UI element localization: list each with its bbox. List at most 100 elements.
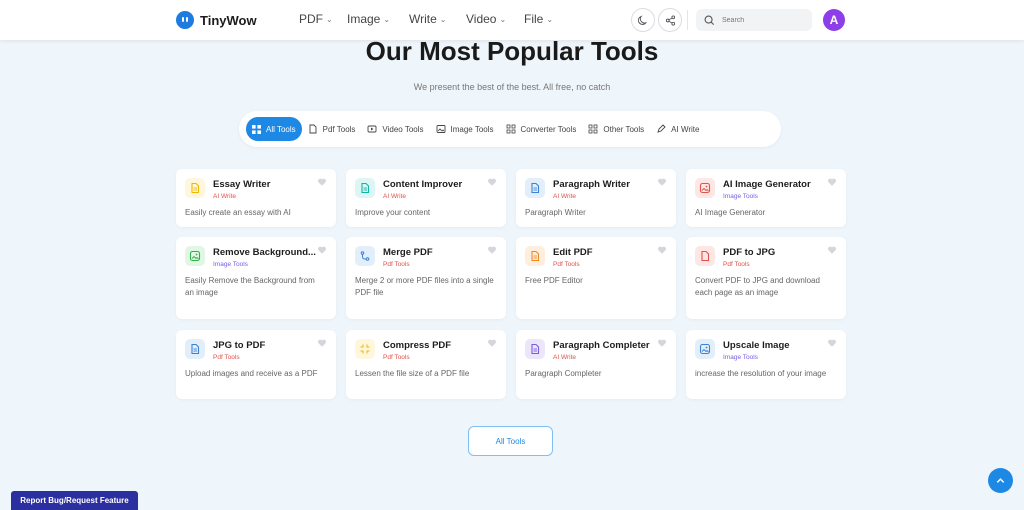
tool-category-tabs: All Tools Pdf Tools Video Tools Image To…	[239, 111, 781, 147]
nav-pdf-label: PDF	[299, 12, 323, 26]
tool-name: AI Image Generator	[723, 179, 811, 190]
heart-icon[interactable]	[317, 177, 327, 187]
heart-icon[interactable]	[487, 177, 497, 187]
tool-description: AI Image Generator	[695, 208, 766, 217]
pdf-file-icon	[309, 124, 317, 134]
tab-all-tools[interactable]: All Tools	[246, 117, 302, 141]
tool-card[interactable]: Edit PDF Pdf Tools Free PDF Editor	[516, 237, 676, 319]
document-icon	[525, 246, 545, 266]
dark-mode-button[interactable]	[631, 8, 655, 32]
tab-pdf-tools[interactable]: Pdf Tools	[302, 117, 362, 141]
tool-name: Content Improver	[383, 179, 463, 190]
tool-card[interactable]: Content Improver AI Write Improve your c…	[346, 169, 506, 227]
tool-name: PDF to JPG	[723, 247, 776, 258]
tool-description: Merge 2 or more PDF files into a single …	[355, 276, 494, 297]
tab-label: Pdf Tools	[322, 124, 356, 134]
tool-name: Paragraph Completer	[553, 340, 650, 351]
chevron-down-icon: ⌄	[546, 14, 554, 24]
document-icon	[525, 178, 545, 198]
tool-description: Paragraph Completer	[525, 369, 602, 378]
tool-card[interactable]: JPG to PDF Pdf Tools Upload images and r…	[176, 330, 336, 399]
image-icon	[436, 125, 445, 133]
nav-pdf[interactable]: PDF ⌄	[299, 12, 333, 26]
apps-grid-icon	[588, 124, 598, 134]
tool-card[interactable]: Upscale Image Image Tools increase the r…	[686, 330, 846, 399]
top-header: TinyWow PDF ⌄ Image ⌄ Write ⌄ Video ⌄ File ⌄ …	[0, 0, 1024, 40]
tool-category: Pdf Tools	[383, 354, 410, 361]
nav-write[interactable]: Write ⌄	[409, 12, 446, 26]
tab-image-tools[interactable]: Image Tools	[430, 117, 500, 141]
chevron-down-icon: ⌄	[499, 14, 507, 24]
converter-grid-icon	[506, 124, 515, 134]
tool-card[interactable]: Remove Background... Image Tools Easily …	[176, 237, 336, 319]
chevron-down-icon: ⌄	[383, 14, 391, 24]
tab-label: Video Tools	[382, 124, 424, 134]
tool-card[interactable]: AI Image Generator Image Tools AI Image …	[686, 169, 846, 227]
tab-label: All Tools	[266, 124, 296, 134]
logo-text: TinyWow	[200, 12, 257, 28]
tool-card[interactable]: PDF to JPG Pdf Tools Convert PDF to JPG …	[686, 237, 846, 319]
pdf-file-icon	[695, 246, 715, 266]
nav-image-label: Image	[347, 12, 381, 26]
tool-category: Image Tools	[213, 261, 248, 268]
logo[interactable]: TinyWow	[176, 11, 257, 29]
heart-icon[interactable]	[827, 245, 837, 255]
all-tools-button[interactable]: All Tools	[468, 426, 553, 456]
search-box[interactable]	[696, 9, 812, 31]
tool-name: JPG to PDF	[213, 340, 266, 351]
tool-card[interactable]: Paragraph Writer AI Write Paragraph Writ…	[516, 169, 676, 227]
pen-icon	[657, 124, 666, 133]
tab-ai-write[interactable]: AI Write	[650, 117, 705, 141]
nav-image[interactable]: Image ⌄	[347, 12, 390, 26]
tool-card[interactable]: Compress PDF Pdf Tools Lessen the file s…	[346, 330, 506, 399]
tool-description: increase the resolution of your image	[695, 369, 827, 378]
report-bug-button[interactable]: Report Bug/Request Feature	[11, 491, 138, 510]
heart-icon[interactable]	[657, 338, 667, 348]
nav-file[interactable]: File ⌄	[524, 12, 553, 26]
tab-label: Other Tools	[603, 124, 645, 134]
tool-name: Edit PDF	[553, 247, 593, 258]
tool-card[interactable]: Paragraph Completer AI Write Paragraph C…	[516, 330, 676, 399]
page-subtitle: We present the best of the best. All fre…	[413, 82, 611, 92]
heart-icon[interactable]	[827, 177, 837, 187]
grid-icon	[252, 124, 261, 134]
search-input[interactable]	[722, 16, 802, 24]
video-icon	[367, 125, 377, 133]
tool-category: Pdf Tools	[383, 261, 410, 268]
tool-card[interactable]: Merge PDF Pdf Tools Merge 2 or more PDF …	[346, 237, 506, 319]
chevron-down-icon: ⌄	[439, 14, 447, 24]
share-button[interactable]	[658, 8, 682, 32]
tab-converter-tools[interactable]: Converter Tools	[500, 117, 583, 141]
tool-description: Free PDF Editor	[525, 276, 583, 285]
tool-category: AI Write	[553, 354, 576, 361]
avatar[interactable]: A	[823, 9, 845, 31]
nav-video[interactable]: Video ⌄	[466, 12, 506, 26]
tool-name: Compress PDF	[383, 340, 452, 351]
document-icon	[185, 178, 205, 198]
heart-icon[interactable]	[487, 245, 497, 255]
tool-description: Upload images and receive as a PDF	[185, 369, 318, 378]
search-icon	[704, 15, 715, 25]
image-icon	[695, 339, 715, 359]
tab-video-tools[interactable]: Video Tools	[361, 117, 429, 141]
heart-icon[interactable]	[487, 338, 497, 348]
heart-icon[interactable]	[827, 338, 837, 348]
tool-card[interactable]: Essay Writer AI Write Easily create an e…	[176, 169, 336, 227]
tool-description: Convert PDF to JPG and download each pag…	[695, 276, 820, 297]
heart-icon[interactable]	[317, 245, 327, 255]
document-icon	[525, 339, 545, 359]
tool-category: Pdf Tools	[553, 261, 580, 268]
nav-write-label: Write	[409, 12, 437, 26]
tool-category: Image Tools	[723, 354, 758, 361]
tool-description: Easily create an essay with AI	[185, 208, 291, 217]
heart-icon[interactable]	[657, 177, 667, 187]
tool-name: Upscale Image	[723, 340, 790, 351]
scroll-to-top-button[interactable]	[988, 468, 1013, 493]
tool-category: AI Write	[553, 193, 576, 200]
heart-icon[interactable]	[317, 338, 327, 348]
tool-name: Essay Writer	[213, 179, 271, 190]
tool-description: Easily Remove the Background from an ima…	[185, 276, 315, 297]
tab-other-tools[interactable]: Other Tools	[582, 117, 650, 141]
image-icon	[695, 178, 715, 198]
heart-icon[interactable]	[657, 245, 667, 255]
